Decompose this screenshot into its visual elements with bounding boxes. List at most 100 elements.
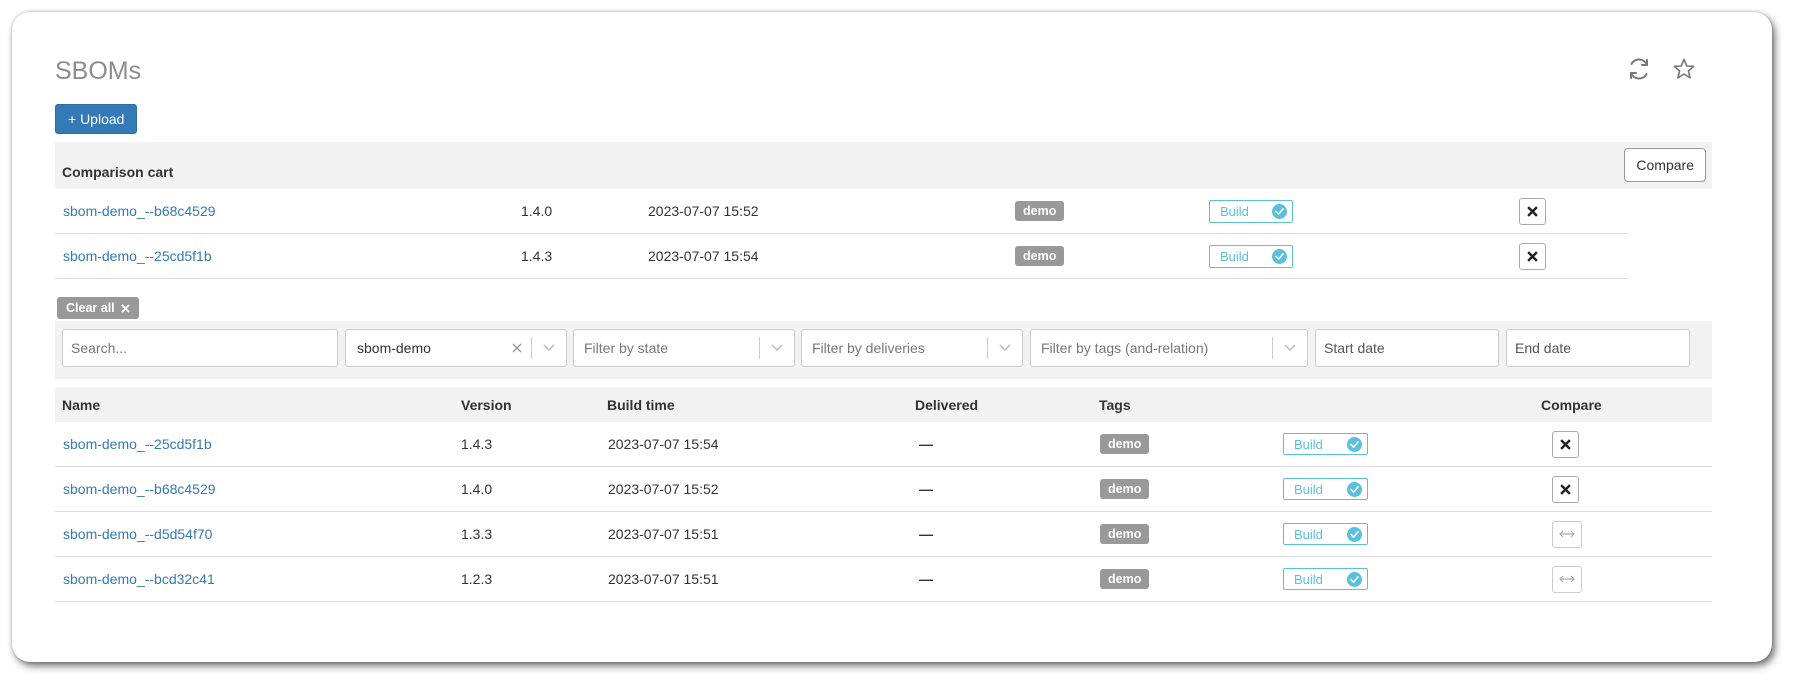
column-header-build-time[interactable]: Build time bbox=[607, 387, 675, 422]
state-label-text: Build bbox=[1294, 481, 1323, 497]
product-select-value: sbom-demo bbox=[357, 340, 431, 356]
sbom-link[interactable]: sbom-demo_--d5d54f70 bbox=[63, 526, 212, 542]
start-date-input[interactable]: Start date bbox=[1315, 329, 1499, 367]
page-title: SBOMs bbox=[55, 57, 142, 85]
state-label[interactable]: Build bbox=[1209, 199, 1293, 223]
tag-badge[interactable]: demo bbox=[1015, 246, 1065, 266]
column-header-name[interactable]: Name bbox=[62, 387, 100, 422]
remove-from-cart-button[interactable] bbox=[1552, 475, 1579, 503]
column-header-version[interactable]: Version bbox=[461, 387, 512, 422]
end-date-placeholder: End date bbox=[1515, 340, 1572, 356]
delivered-status: — bbox=[919, 526, 933, 542]
sboms-panel: SBOMs + Upload Comparison cart Compare s… bbox=[12, 12, 1772, 662]
start-date-placeholder: Start date bbox=[1324, 340, 1385, 356]
check-circle-icon bbox=[1272, 248, 1287, 264]
upload-button[interactable]: + Upload bbox=[55, 104, 138, 134]
sbom-link[interactable]: sbom-demo_--bcd32c41 bbox=[63, 571, 215, 587]
chevron-down-icon[interactable] bbox=[1273, 344, 1307, 352]
sbom-link[interactable]: sbom-demo_--25cd5f1b bbox=[63, 436, 212, 452]
refresh-icon[interactable] bbox=[1622, 52, 1656, 86]
cart-row: sbom-demo_--25cd5f1b 1.4.3 2023-07-07 15:5… bbox=[55, 234, 1628, 279]
chevron-down-icon[interactable] bbox=[760, 344, 794, 352]
state-label-text: Build bbox=[1220, 248, 1249, 264]
state-label-text: Build bbox=[1294, 526, 1323, 542]
state-label-text: Build bbox=[1220, 203, 1249, 219]
table-row: sbom-demo_--d5d54f70 1.3.3 2023-07-07 15:5… bbox=[55, 512, 1712, 557]
tag-badge[interactable]: demo bbox=[1100, 524, 1150, 544]
state-label[interactable]: Build bbox=[1283, 568, 1368, 590]
state-placeholder: Filter by state bbox=[584, 340, 669, 356]
clear-selection-icon[interactable] bbox=[503, 343, 531, 353]
state-label[interactable]: Build bbox=[1283, 478, 1368, 500]
end-date-input[interactable]: End date bbox=[1506, 329, 1690, 367]
version-text: 1.2.3 bbox=[461, 571, 493, 587]
close-icon bbox=[120, 303, 130, 313]
check-circle-icon bbox=[1347, 436, 1362, 452]
chevron-down-icon[interactable] bbox=[988, 344, 1022, 352]
close-icon bbox=[1560, 438, 1571, 450]
remove-from-cart-button[interactable] bbox=[1519, 197, 1546, 225]
comparison-cart: Comparison cart Compare sbom-demo_--b68c… bbox=[55, 142, 1712, 279]
sbom-table: Name Version Build time Delivered Tags C… bbox=[55, 387, 1712, 602]
comparison-cart-header: Comparison cart Compare bbox=[55, 142, 1712, 189]
version-text: 1.4.0 bbox=[461, 481, 493, 497]
add-to-compare-button[interactable] bbox=[1552, 565, 1582, 593]
close-icon bbox=[1527, 250, 1538, 262]
product-select[interactable]: sbom-demo bbox=[345, 329, 567, 367]
build-time-text: 2023-07-07 15:52 bbox=[648, 203, 759, 219]
state-label-text: Build bbox=[1294, 436, 1323, 452]
state-select[interactable]: Filter by state bbox=[573, 329, 795, 367]
version-text: 1.4.3 bbox=[461, 436, 493, 452]
chevron-down-icon[interactable] bbox=[532, 344, 566, 352]
deliveries-select[interactable]: Filter by deliveries bbox=[801, 329, 1023, 367]
table-row: sbom-demo_--bcd32c41 1.2.3 2023-07-07 15:5… bbox=[55, 557, 1712, 602]
arrows-horizontal-icon bbox=[1559, 575, 1575, 583]
close-icon bbox=[1560, 483, 1571, 495]
check-circle-icon bbox=[1347, 526, 1362, 542]
sbom-link[interactable]: sbom-demo_--b68c4529 bbox=[63, 481, 216, 497]
add-to-compare-button[interactable] bbox=[1552, 520, 1582, 548]
compare-button[interactable]: Compare bbox=[1624, 148, 1706, 182]
clear-all-button[interactable]: Clear all bbox=[57, 297, 139, 319]
build-time-text: 2023-07-07 15:51 bbox=[608, 571, 719, 587]
cart-row: sbom-demo_--b68c4529 1.4.0 2023-07-07 15:5… bbox=[55, 189, 1628, 234]
column-header-compare: Compare bbox=[1541, 396, 1602, 413]
sbom-link[interactable]: sbom-demo_--25cd5f1b bbox=[63, 248, 212, 264]
column-header-delivered[interactable]: Delivered bbox=[915, 387, 978, 422]
close-icon bbox=[1527, 205, 1538, 217]
star-icon[interactable] bbox=[1667, 52, 1701, 86]
sbom-link[interactable]: sbom-demo_--b68c4529 bbox=[63, 203, 216, 219]
state-label[interactable]: Build bbox=[1209, 244, 1293, 268]
column-header-tags: Tags bbox=[1099, 396, 1131, 413]
state-label[interactable]: Build bbox=[1283, 433, 1368, 455]
table-row: sbom-demo_--b68c4529 1.4.0 2023-07-07 15:5… bbox=[55, 467, 1712, 512]
delivered-status: — bbox=[919, 481, 933, 497]
search-input[interactable]: Search... bbox=[62, 329, 338, 367]
check-circle-icon bbox=[1347, 481, 1362, 497]
deliveries-placeholder: Filter by deliveries bbox=[812, 340, 925, 356]
state-label[interactable]: Build bbox=[1283, 523, 1368, 545]
arrows-horizontal-icon bbox=[1559, 530, 1575, 538]
remove-from-cart-button[interactable] bbox=[1519, 242, 1546, 270]
tags-select[interactable]: Filter by tags (and-relation) bbox=[1030, 329, 1308, 367]
remove-from-cart-button[interactable] bbox=[1552, 430, 1579, 458]
build-time-text: 2023-07-07 15:54 bbox=[648, 248, 759, 264]
tag-badge[interactable]: demo bbox=[1100, 569, 1150, 589]
delivered-status: — bbox=[919, 571, 933, 587]
comparison-cart-title: Comparison cart bbox=[62, 164, 174, 180]
version-text: 1.4.3 bbox=[521, 248, 553, 264]
tags-placeholder: Filter by tags (and-relation) bbox=[1041, 340, 1209, 356]
table-row: sbom-demo_--25cd5f1b 1.4.3 2023-07-07 15:5… bbox=[55, 422, 1712, 467]
version-text: 1.4.0 bbox=[521, 203, 553, 219]
version-text: 1.3.3 bbox=[461, 526, 493, 542]
build-time-text: 2023-07-07 15:54 bbox=[608, 436, 719, 452]
tag-badge[interactable]: demo bbox=[1100, 479, 1150, 499]
table-header: Name Version Build time Delivered Tags C… bbox=[55, 387, 1712, 422]
delivered-status: — bbox=[919, 436, 933, 452]
build-time-text: 2023-07-07 15:52 bbox=[608, 481, 719, 497]
tag-badge[interactable]: demo bbox=[1015, 201, 1065, 221]
check-circle-icon bbox=[1347, 571, 1362, 587]
state-label-text: Build bbox=[1294, 571, 1323, 587]
search-placeholder: Search... bbox=[71, 340, 128, 356]
tag-badge[interactable]: demo bbox=[1100, 434, 1150, 454]
